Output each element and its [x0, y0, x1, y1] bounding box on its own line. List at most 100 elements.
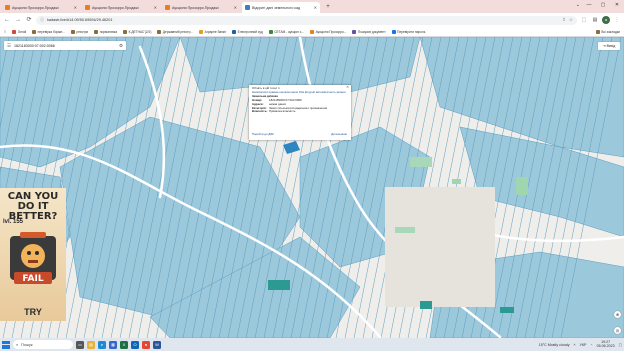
prozorro-favicon-icon [85, 5, 90, 10]
folder-icon [595, 29, 600, 34]
tray-chevron-icon[interactable]: ˄ [574, 343, 576, 347]
tab-title: Аукціони Прозорро.Продажі [12, 5, 59, 10]
bookmark-label: К ДЕТНАС'(2/2) [128, 29, 152, 34]
side-panel-icon[interactable]: ▤ [591, 16, 599, 24]
ad-cta[interactable]: TRY [0, 307, 66, 317]
bookmark-star-icon[interactable]: ☆ [569, 17, 573, 23]
bookmark-folder[interactable]: реєстри [70, 29, 89, 34]
word-icon[interactable]: W [153, 340, 161, 349]
menu-icon[interactable]: ☰ [7, 43, 11, 49]
bookmark-label: Пошуков документ [357, 29, 386, 34]
bookmark-folder[interactable]: перевірка боржн... [32, 29, 65, 34]
close-tab-icon[interactable]: ✕ [314, 5, 317, 10]
share-icon[interactable]: ⇪ [562, 17, 566, 23]
task-view-icon[interactable]: ▭ [76, 340, 84, 349]
court-icon [232, 29, 237, 34]
forward-button[interactable]: → [14, 16, 22, 24]
field-key: Власність: [252, 109, 268, 114]
window-controls: — ▢ ✕ [582, 0, 624, 11]
close-window-button[interactable]: ✕ [610, 0, 624, 11]
wifi-icon[interactable]: ◔ [590, 343, 592, 347]
exit-button[interactable]: ⇥ Вихід [598, 42, 620, 50]
bookmark-link[interactable]: Електронний суд [232, 29, 263, 34]
folder-icon [32, 29, 37, 34]
bookmark-label: перевірка боржн... [37, 29, 65, 34]
tab-prozorro-3[interactable]: Аукціони Прозорро.Продажі ✕ [162, 2, 240, 13]
prozorro-favicon-icon [5, 5, 10, 10]
prozorro-favicon-icon [165, 5, 170, 10]
kadastr-favicon-icon [245, 5, 250, 10]
bookmark-label: реєстри [76, 29, 89, 34]
bookmark-link[interactable]: Аукціони Прозорро... [310, 29, 347, 34]
tab-search-icon[interactable]: ⌄ [576, 2, 580, 8]
locate-icon[interactable]: ◎ [614, 327, 621, 334]
site-info-icon[interactable]: ⓘ [40, 17, 44, 23]
edge-icon[interactable]: e [98, 340, 106, 349]
map-canvas[interactable] [0, 37, 624, 338]
popup-links: Перейти до ДЗК Детальніше [252, 133, 347, 137]
extensions-icon[interactable]: ⬚ [580, 16, 588, 24]
ad-fail-text: FAIL [22, 274, 43, 284]
bookmark-folder[interactable]: Державний реєстр... [157, 29, 194, 34]
bookmark-gmail[interactable]: Gmail [12, 29, 26, 34]
bookmark-folder[interactable]: нормативка [94, 29, 118, 34]
weather-widget[interactable]: 15°C Mostly cloudy [539, 343, 570, 347]
bookmark-label: нормативка [99, 29, 118, 34]
cadastral-map[interactable]: ☰ 1821183000:07:002:0066 ⚙ ⇥ Вихід ✕ Обг… [0, 37, 624, 338]
popup-close-icon[interactable]: ✕ [346, 85, 349, 90]
details-link[interactable]: Детальніше [331, 133, 347, 137]
maximize-button[interactable]: ▢ [596, 0, 610, 11]
tab-prozorro-2[interactable]: Аукціони Прозорро.Продажі ✕ [82, 2, 160, 13]
bookmark-folder[interactable]: К ДЕТНАС'(2/2) [123, 29, 152, 34]
search-input[interactable]: 1821183000:07:002:0066 [14, 44, 116, 48]
reload-button[interactable]: ⟳ [25, 16, 33, 24]
notifications-icon[interactable]: ▢ [619, 343, 622, 347]
tab-kadastr[interactable]: Відкриті дані земельного кад ✕ [242, 2, 320, 13]
bookmark-label: СЕТАМ - аукціон с... [274, 29, 305, 34]
bookmark-label: Електронний суд [237, 29, 263, 34]
exit-icon: ⇥ [602, 44, 606, 48]
setam-icon [268, 29, 273, 34]
tab-prozorro-1[interactable]: Аукціони Прозорро.Продажі ✕ [2, 2, 80, 13]
tab-title: Аукціони Прозорро.Продажі [172, 5, 219, 10]
popup-field-ownership: Власність: Приватна власність [252, 110, 348, 114]
settings-gear-icon[interactable]: ⚙ [119, 43, 123, 49]
bookmark-link[interactable]: Пошуков документ [352, 29, 386, 34]
ad-illustration: FAIL [10, 232, 56, 284]
browser-menu-icon[interactable]: ⋮ [613, 16, 621, 24]
bookmark-link[interactable]: Перевірити пароль [391, 29, 425, 34]
close-tab-icon[interactable]: ✕ [154, 5, 157, 10]
language-indicator[interactable]: УКР [580, 343, 587, 347]
all-bookmarks[interactable]: Всі закладки [595, 29, 620, 34]
ad-headline: CAN YOU DO IT BETTER? [7, 191, 59, 222]
store-icon[interactable]: ▦ [109, 340, 117, 349]
close-tab-icon[interactable]: ✕ [234, 5, 237, 10]
file-explorer-icon[interactable]: ▤ [87, 340, 95, 349]
close-tab-icon[interactable]: ✕ [74, 5, 77, 10]
cadastral-search-bar[interactable]: ☰ 1821183000:07:002:0066 ⚙ [4, 41, 126, 50]
profile-avatar[interactable]: a [602, 16, 610, 24]
chrome-icon[interactable]: ● [142, 340, 150, 349]
go-to-dzk-link[interactable]: Перейти до ДЗК [252, 133, 274, 137]
zoom-control-icon[interactable]: ⊕ [614, 311, 621, 318]
back-button[interactable]: ← [3, 16, 11, 24]
start-button[interactable] [2, 340, 10, 349]
search-icon: ⌕ [16, 342, 19, 347]
new-tab-button[interactable]: + [324, 3, 332, 11]
field-value: Приватна власність [269, 109, 296, 114]
bookmark-label: Всі закладки [601, 29, 620, 34]
excel-icon[interactable]: X [120, 340, 128, 349]
bookmark-link[interactable]: СЕТАМ - аукціон с... [268, 29, 305, 34]
minimize-button[interactable]: — [582, 0, 596, 11]
taskbar-search[interactable]: ⌕ Пошук [13, 340, 73, 349]
bookmark-label: Державний реєстр... [162, 29, 194, 34]
apps-icon[interactable]: ⠿ [4, 30, 6, 34]
clock[interactable]: 19:27 05.06.2023 [597, 340, 615, 349]
folder-icon [123, 29, 128, 34]
outlook-icon[interactable]: O [131, 340, 139, 349]
tab-title: Аукціони Прозорро.Продажі [92, 5, 139, 10]
bookmark-link[interactable]: Аграрне банкіг [199, 29, 226, 34]
address-bar[interactable]: ⓘ kadastr.live/#14.09/50.69594/29.46201 … [36, 15, 577, 25]
bookmark-label: Аукціони Прозорро... [315, 29, 347, 34]
game-advertisement[interactable]: CAN YOU DO IT BETTER? lvl. 155 FAIL TRY [0, 188, 66, 321]
